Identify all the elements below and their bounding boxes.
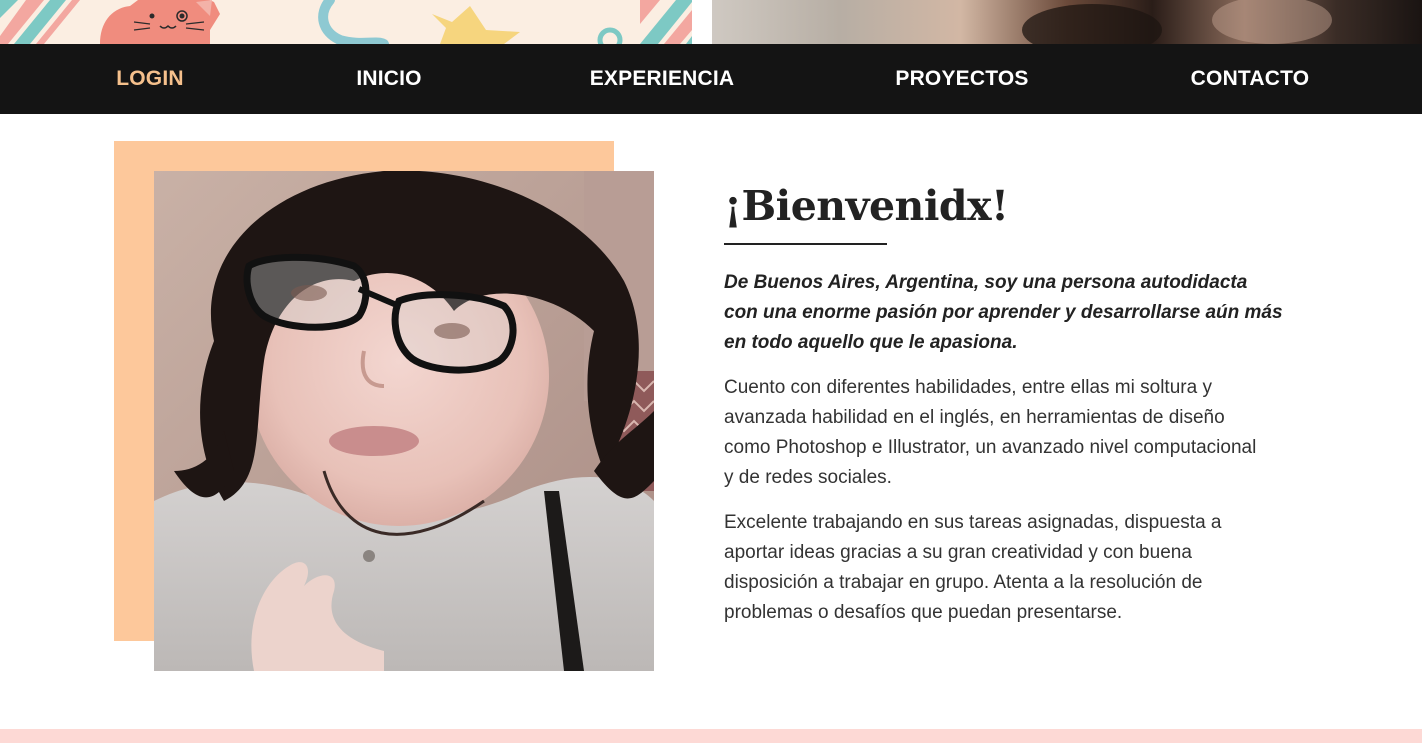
- nav-link-inicio[interactable]: INICIO: [356, 44, 421, 114]
- main-navbar: LOGIN INICIO EXPERIENCIA PROYECTOS CONTA…: [0, 44, 1422, 114]
- nav-link-proyectos[interactable]: PROYECTOS: [895, 44, 1028, 114]
- banner-illustration-art: [0, 0, 692, 44]
- nav-link-experiencia[interactable]: EXPERIENCIA: [590, 44, 735, 114]
- header-banner: [0, 0, 1422, 44]
- qualities-paragraph: Excelente trabajando en sus tareas asign…: [724, 512, 1222, 623]
- banner-divider: [692, 0, 712, 44]
- intro-lead: De Buenos Aires, Argentina, soy una pers…: [724, 272, 1283, 353]
- welcome-section: ¡Bienvenidx! De Buenos Aires, Argentina,…: [724, 180, 1284, 628]
- title-underline: [724, 243, 887, 245]
- nav-link-login[interactable]: LOGIN: [116, 44, 184, 114]
- profile-photo: [154, 171, 654, 671]
- banner-photo: [712, 0, 1422, 44]
- banner-illustration: [0, 0, 692, 44]
- footer-strip: [0, 729, 1422, 743]
- page-title: ¡Bienvenidx!: [724, 182, 1009, 230]
- profile-photo-art: [154, 171, 654, 671]
- banner-photo-art: [712, 0, 1422, 44]
- nav-link-contacto[interactable]: CONTACTO: [1191, 44, 1310, 114]
- skills-paragraph: Cuento con diferentes habilidades, entre…: [724, 377, 1257, 488]
